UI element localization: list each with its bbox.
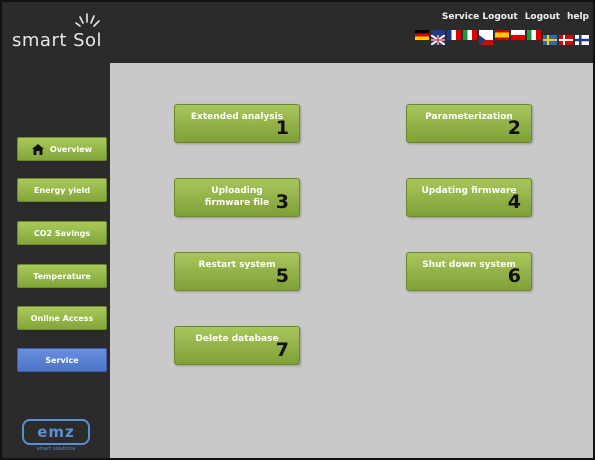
sun-rays-icon <box>75 13 100 27</box>
shut-down-system-button[interactable]: Shut down system 6 <box>406 252 532 291</box>
flag-cz-icon[interactable] <box>479 30 493 45</box>
action-number: 2 <box>507 117 521 139</box>
service-logout-link[interactable]: Service Logout <box>442 12 518 22</box>
delete-database-button[interactable]: Delete database 7 <box>174 326 300 365</box>
sidebar: Overview Energy yield CO2 Savings Temper… <box>2 63 110 458</box>
nav-online-access-label: Online Access <box>30 313 94 323</box>
flag-dk-icon[interactable] <box>559 30 573 45</box>
parameterization-button[interactable]: Parameterization 2 <box>406 104 532 143</box>
flag-en-icon[interactable] <box>430 30 446 46</box>
flag-it-icon[interactable] <box>463 30 477 40</box>
logo-text: smart Sol <box>12 30 103 51</box>
nav-co2-savings-label: CO2 Savings <box>33 228 91 238</box>
flag-pl-icon[interactable] <box>511 30 525 40</box>
action-number: 3 <box>275 191 289 213</box>
updating-firmware-button[interactable]: Updating firmware 4 <box>406 178 532 217</box>
header: smart Sol Service Logout Logout help <box>2 2 593 63</box>
action-number: 1 <box>275 117 289 139</box>
nav-energy-yield-label: Energy yield <box>33 185 91 195</box>
extended-analysis-button[interactable]: Extended analysis 1 <box>174 104 300 143</box>
top-links: Service Logout Logout help <box>442 12 589 22</box>
action-number: 4 <box>507 191 521 213</box>
uploading-firmware-file-button[interactable]: Uploading firmware file 3 <box>174 178 300 217</box>
nav-service-label: Service <box>45 355 79 365</box>
smartsol-logo: smart Sol <box>12 12 122 56</box>
emz-logo: emz smart solutions <box>22 419 94 452</box>
flag-es-icon[interactable] <box>495 30 509 40</box>
action-number: 5 <box>275 265 289 287</box>
nav-online-access-button[interactable]: Online Access <box>17 306 107 330</box>
flag-fr-icon[interactable] <box>447 30 461 40</box>
nav-energy-yield-button[interactable]: Energy yield <box>17 178 107 202</box>
emz-logo-text: emz <box>22 419 90 445</box>
flag-fi-icon[interactable] <box>575 30 589 45</box>
restart-system-button[interactable]: Restart system 5 <box>174 252 300 291</box>
action-number: 7 <box>275 339 289 361</box>
help-link[interactable]: help <box>567 12 589 22</box>
nav-overview-button[interactable]: Overview <box>17 137 107 161</box>
app-frame: smart Sol Service Logout Logout help Ove… <box>0 0 595 460</box>
flag-it2-icon[interactable] <box>527 30 541 40</box>
logout-link[interactable]: Logout <box>525 12 560 22</box>
flag-de-icon[interactable] <box>415 30 429 40</box>
nav-co2-savings-button[interactable]: CO2 Savings <box>17 221 107 245</box>
nav-service-button[interactable]: Service <box>17 348 107 372</box>
language-flags <box>415 30 589 46</box>
flag-se-icon[interactable] <box>543 30 557 45</box>
home-icon <box>31 143 44 155</box>
nav-temperature-button[interactable]: Temperature <box>17 264 107 288</box>
nav-overview-label: Overview <box>49 144 93 154</box>
emz-logo-subtitle: smart solutions <box>36 446 76 452</box>
action-number: 6 <box>507 265 521 287</box>
nav-temperature-label: Temperature <box>33 271 91 281</box>
